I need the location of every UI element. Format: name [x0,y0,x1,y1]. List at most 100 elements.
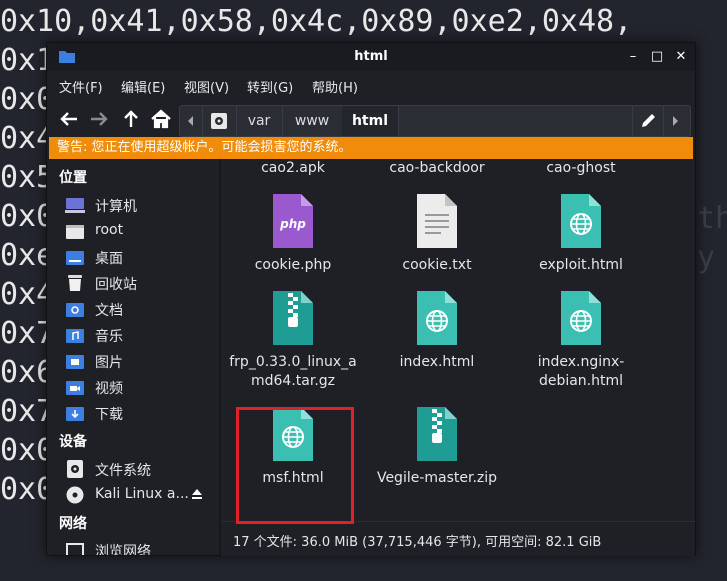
home-folder-icon [66,225,84,239]
sidebar-item-label: 音乐 [95,329,123,345]
terminal-ghost-text: y [697,240,716,275]
terminal-line: 0x10,0x41,0x58,0x4c,0x89,0xe2,0x48, [0,4,633,39]
sidebar-header-devices: 设备 [59,434,87,450]
path-left-scroll-icon[interactable] [180,106,203,136]
sidebar-item-label: 文档 [95,303,123,319]
file-item[interactable]: Vegile-master.zip [367,405,507,501]
path-right-scroll-icon[interactable] [662,106,689,136]
sidebar-header-places: 位置 [59,170,87,186]
file-name: cookie.txt [402,257,472,273]
text-file-icon [417,194,457,248]
sidebar-item-videos[interactable]: 视频 [65,376,215,398]
root-warning-banner: 警告: 您正在使用超级帐户。可能会损害您的系统。 [49,137,693,159]
file-name: cao2.apk [261,160,325,176]
home-icon[interactable] [149,107,173,131]
sidebar-item-label: 桌面 [95,251,123,267]
sidebar-item-label: 文件系统 [95,463,151,479]
file-item[interactable]: exploit.html [511,192,651,288]
menu-view[interactable]: 视图(V) [184,77,229,96]
file-name: Vegile-master.zip [376,470,498,486]
file-item[interactable]: frp_0.33.0_linux_a md64.tar.gz [223,289,363,389]
sidebar-item-kali-disc[interactable]: Kali Linux a... [65,484,215,506]
drive-icon [67,460,83,478]
minimize-button[interactable]: – [625,49,641,65]
status-bar: 17 个文件: 36.0 MiB (37,715,446 字节), 可用空间: … [221,521,695,556]
sidebar-item-trash[interactable]: 回收站 [65,272,215,294]
sidebar-item-computer[interactable]: 计算机 [65,194,215,216]
documents-folder-icon [66,303,84,317]
file-item[interactable]: cao-ghost [511,159,651,191]
up-arrow-icon[interactable] [119,107,143,131]
drive-root-icon[interactable] [202,106,237,136]
trash-icon [68,275,82,291]
highlight-box [236,407,354,524]
sidebar-item-browse-network[interactable]: 浏览网络 [65,539,215,555]
network-icon [66,543,84,555]
sidebar-item-label: 浏览网络 [95,544,151,555]
html-file-icon [561,291,601,345]
path-crumb-www[interactable]: www [282,106,343,136]
music-folder-icon [66,329,84,343]
sidebar-item-filesystem[interactable]: 文件系统 [65,458,215,480]
menu-edit[interactable]: 编辑(E) [121,77,165,96]
maximize-button[interactable]: □ [649,49,665,65]
file-name: cookie.php [254,257,332,273]
file-item[interactable]: cookie.txt [367,192,507,288]
sidebar-item-label: 下载 [95,407,123,423]
archive-file-icon [417,407,457,461]
title-bar[interactable]: html – □ ✕ [47,43,695,71]
file-item[interactable]: index.nginx-debian.html [511,289,651,389]
forward-arrow-icon[interactable] [87,107,111,131]
sidebar-item-pictures[interactable]: 图片 [65,350,215,372]
back-arrow-icon[interactable] [57,107,81,131]
sidebar-item-label: 视频 [95,381,123,397]
sidebar-item-label: root [95,222,124,238]
svg-text:php: php [279,217,306,231]
sidebar-item-desktop[interactable]: 桌面 [65,246,215,268]
pictures-folder-icon [66,355,84,369]
file-item[interactable]: index.html [367,289,507,385]
terminal-ghost-text: th [697,201,727,236]
disc-icon [66,486,84,504]
file-name: exploit.html [539,257,623,273]
sidebar-item-downloads[interactable]: 下载 [65,402,215,424]
sidebar-header-network: 网络 [59,516,87,532]
sidebar-item-documents[interactable]: 文档 [65,298,215,320]
toolbar: var www html [47,101,695,137]
file-name: cao-backdoor [389,160,485,176]
desktop-folder-icon [66,251,84,265]
sidebar-item-music[interactable]: 音乐 [65,324,215,346]
path-bar: var www html [179,105,691,137]
file-name: index.html [399,354,475,370]
path-crumb-var[interactable]: var [236,106,283,136]
sidebar-item-label: 回收站 [95,277,137,293]
file-name: index.nginx-debian.html [537,354,625,389]
html-file-icon [561,194,601,248]
file-item[interactable]: php cookie.php [223,192,363,288]
file-name: cao-ghost [546,160,616,176]
file-item[interactable]: cao-backdoor [367,159,507,191]
menu-help[interactable]: 帮助(H) [312,77,358,96]
menu-go[interactable]: 转到(G) [247,77,293,96]
menu-bar: 文件(F) 编辑(E) 视图(V) 转到(G) 帮助(H) [47,73,695,97]
sidebar-item-label: 计算机 [95,199,137,215]
window-title: html [354,49,388,64]
path-crumb-html[interactable]: html [342,106,399,136]
php-file-icon: php [273,194,313,248]
status-text: 17 个文件: 36.0 MiB (37,715,446 字节), 可用空间: … [233,535,602,550]
menu-file[interactable]: 文件(F) [59,77,103,96]
sidebar-item-label: Kali Linux a... [95,486,189,502]
computer-icon [65,198,85,213]
file-manager-window: html – □ ✕ 文件(F) 编辑(E) 视图(V) 转到(G) 帮助(H) [46,42,696,556]
sidebar-item-root[interactable]: root [65,220,215,242]
close-button[interactable]: ✕ [673,49,689,65]
html-file-icon [417,291,457,345]
edit-path-pencil-icon[interactable] [632,106,664,136]
file-item[interactable]: cao2.apk [223,159,363,191]
file-name: frp_0.33.0_linux_a md64.tar.gz [229,354,357,389]
videos-folder-icon [66,381,84,395]
eject-icon[interactable] [191,488,203,500]
sidebar: 位置 计算机 root 桌面 回收站 文档 音乐 图片 视频 下载 设备 文件系… [47,159,219,555]
downloads-folder-icon [66,407,84,421]
archive-file-icon [273,291,313,345]
